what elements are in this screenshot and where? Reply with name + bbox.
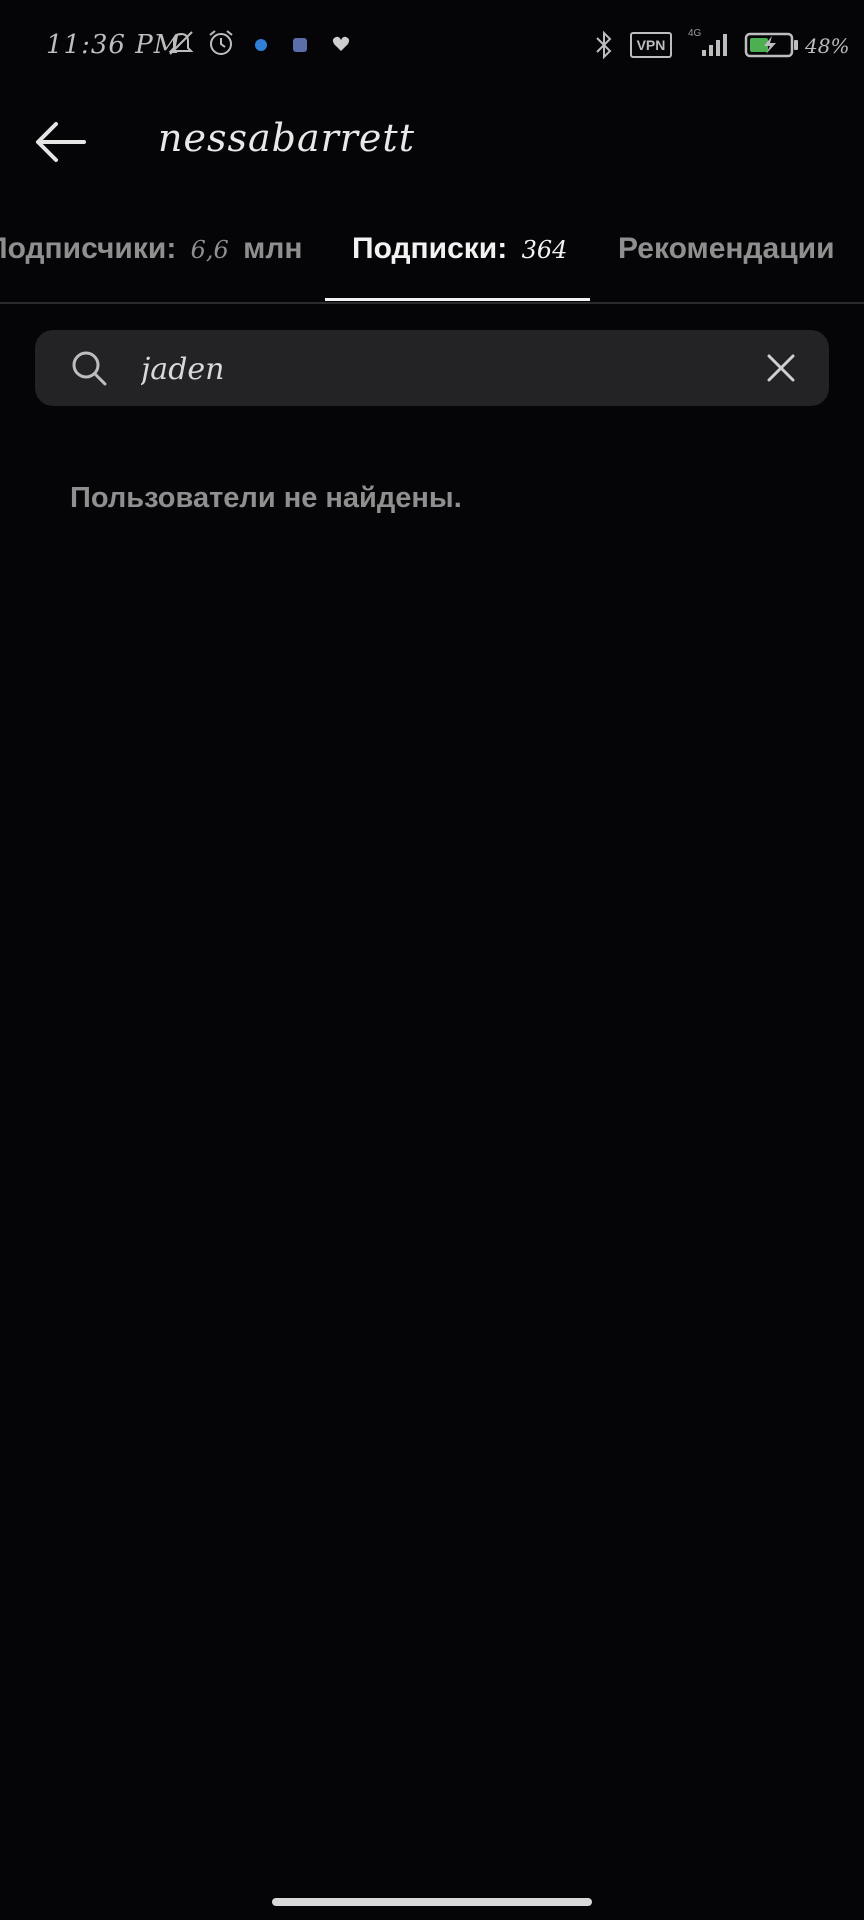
active-tab-indicator	[325, 298, 590, 301]
profile-username: nessabarrett	[158, 116, 415, 160]
tab-recommendations-label: Рекомендации	[618, 232, 835, 265]
top-app-bar: nessabarrett	[0, 92, 864, 202]
alarm-icon	[206, 28, 236, 63]
tab-followers-label: Подписчики:	[0, 232, 177, 265]
back-button[interactable]	[32, 112, 92, 172]
app-notification-icon	[290, 35, 310, 60]
bluetooth-icon	[592, 30, 616, 65]
home-indicator[interactable]	[272, 1898, 592, 1906]
tab-followers-unit: млн	[243, 232, 303, 265]
battery-charging-icon	[744, 32, 800, 63]
signal-icon	[700, 30, 732, 63]
empty-state-message: Пользователи не найдены.	[70, 482, 462, 514]
mute-icon	[166, 28, 196, 63]
app-notification-icon	[252, 36, 270, 59]
search-input[interactable]	[139, 344, 743, 394]
clear-search-button[interactable]	[763, 350, 799, 386]
search-icon	[69, 348, 109, 393]
tab-following-label: Подписки:	[352, 232, 508, 265]
tab-following[interactable]: Подписки: 364	[352, 232, 573, 266]
tab-recommendations[interactable]: Рекомендации	[618, 232, 835, 266]
close-icon	[767, 354, 795, 382]
arrow-back-icon	[36, 122, 86, 162]
vpn-badge: VPN	[630, 32, 672, 58]
status-time: 11:36 PM	[46, 30, 182, 60]
tab-following-count: 364	[521, 236, 568, 264]
tab-followers[interactable]: Подписчики: 6,6 млн	[0, 232, 303, 266]
tab-bar: Подписчики: 6,6 млн Подписки: 364 Рекоме…	[0, 210, 864, 304]
battery-percent: 48%	[805, 34, 850, 58]
search-bar	[35, 330, 829, 406]
status-bar: 11:36 PM VPN 4G 48%	[0, 0, 864, 92]
tab-followers-count: 6,6	[190, 236, 229, 264]
heart-icon	[332, 36, 350, 57]
